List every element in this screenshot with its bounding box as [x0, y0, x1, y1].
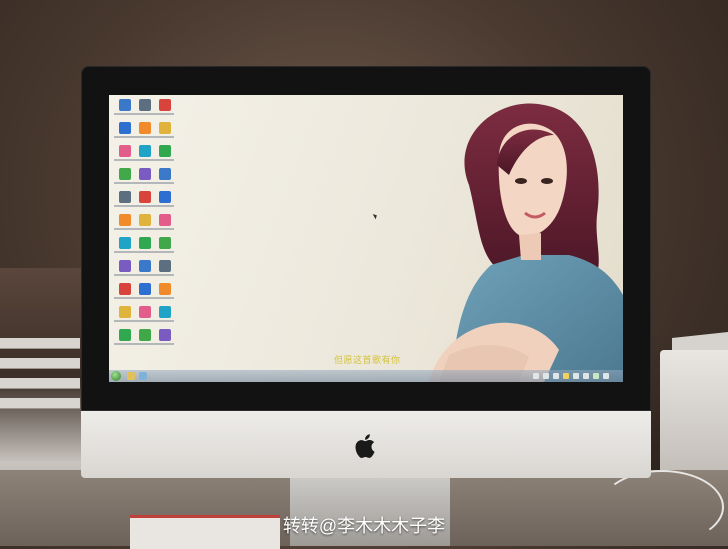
desktop-shortcut-icon[interactable]: [139, 214, 151, 226]
desktop-icon-grid: [114, 99, 185, 367]
desktop-shortcut-icon[interactable]: [159, 122, 171, 134]
desktop-screen: 但愿这首歌有你: [109, 95, 623, 382]
desktop-shortcut-icon[interactable]: [159, 283, 171, 295]
desktop-shortcut-label: [154, 182, 174, 184]
desktop-shortcut-label: [154, 113, 174, 115]
desktop-shortcut-icon[interactable]: [119, 260, 131, 272]
desktop-shortcut-label: [114, 205, 134, 207]
desktop-shortcut-label: [134, 228, 154, 230]
windows-start-orb-icon[interactable]: [111, 371, 121, 381]
desktop-shortcut-label: [114, 136, 134, 138]
desktop-shortcut-icon[interactable]: [159, 306, 171, 318]
desktop-shortcut-icon[interactable]: [139, 191, 151, 203]
desktop-shortcut-label: [134, 136, 154, 138]
desktop-shortcut-icon[interactable]: [159, 145, 171, 157]
desktop-shortcut-icon[interactable]: [119, 214, 131, 226]
desktop-shortcut-icon[interactable]: [119, 329, 131, 341]
desktop-shortcut-label: [134, 343, 154, 345]
desktop-shortcut-label: [134, 205, 154, 207]
desktop-shortcut-label: [114, 159, 134, 161]
desktop-shortcut-icon[interactable]: [159, 260, 171, 272]
desktop-shortcut-label: [114, 228, 134, 230]
desktop-shortcut-label: [154, 159, 174, 161]
desktop-shortcut-label: [154, 205, 174, 207]
desktop-shortcut-icon[interactable]: [139, 260, 151, 272]
wallpaper-woman: [429, 103, 623, 382]
desktop-shortcut-icon[interactable]: [159, 168, 171, 180]
desktop-shortcut-label: [134, 320, 154, 322]
folder-icon[interactable]: [127, 372, 135, 380]
desktop-shortcut-icon[interactable]: [139, 145, 151, 157]
desktop-shortcut-label: [134, 297, 154, 299]
desktop-shortcut-label: [134, 274, 154, 276]
desktop-shortcut-label: [114, 182, 134, 184]
desktop-shortcut-icon[interactable]: [139, 99, 151, 111]
desktop-shortcut-icon[interactable]: [119, 99, 131, 111]
desktop-shortcut-icon[interactable]: [139, 329, 151, 341]
desktop-shortcut-label: [114, 297, 134, 299]
desktop-shortcut-label: [154, 228, 174, 230]
desktop-shortcut-label: [134, 113, 154, 115]
right-device: [660, 350, 728, 490]
desktop-shortcut-icon[interactable]: [119, 306, 131, 318]
desktop-shortcut-icon[interactable]: [139, 237, 151, 249]
mouse-cursor-icon: [372, 212, 379, 220]
desktop-shortcut-icon[interactable]: [119, 122, 131, 134]
desktop-shortcut-icon[interactable]: [159, 214, 171, 226]
desktop-shortcut-label: [114, 274, 134, 276]
desktop-shortcut-label: [134, 159, 154, 161]
app-icon[interactable]: [139, 372, 147, 380]
shelf-paper: [0, 398, 80, 409]
desktop-shortcut-label: [134, 182, 154, 184]
shelf-paper: [0, 338, 80, 349]
desktop-shortcut-label: [114, 320, 134, 322]
desktop-shortcut-icon[interactable]: [119, 283, 131, 295]
desktop-shortcut-icon[interactable]: [139, 168, 151, 180]
desktop-shortcut-label: [154, 343, 174, 345]
desktop-shortcut-icon[interactable]: [159, 191, 171, 203]
apple-logo-icon: [355, 434, 375, 458]
wallpaper-caption: 但愿这首歌有你: [334, 355, 401, 365]
watermark-text: 转转@李木木木子李: [282, 516, 446, 536]
desktop-shortcut-label: [154, 320, 174, 322]
imac-monitor: 但愿这首歌有你: [81, 66, 651, 478]
desktop-shortcut-icon[interactable]: [159, 99, 171, 111]
shelf-paper: [0, 378, 80, 389]
desktop-shortcut-icon[interactable]: [119, 168, 131, 180]
desktop-shortcut-label: [154, 251, 174, 253]
system-tray: [529, 371, 619, 381]
shelf-paper: [0, 358, 80, 369]
desktop-shortcut-icon[interactable]: [159, 329, 171, 341]
desktop-shortcut-label: [114, 251, 134, 253]
desktop-shortcut-icon[interactable]: [139, 306, 151, 318]
monitor-chin: [81, 411, 651, 478]
desktop-shortcut-label: [154, 274, 174, 276]
desktop-shortcut-label: [154, 297, 174, 299]
desktop-shortcut-icon[interactable]: [119, 191, 131, 203]
desktop-shortcut-icon[interactable]: [119, 145, 131, 157]
desktop-shortcut-label: [114, 113, 134, 115]
desktop-shortcut-icon[interactable]: [159, 237, 171, 249]
monitor-bezel: 但愿这首歌有你: [81, 66, 651, 411]
desktop-shortcut-label: [114, 343, 134, 345]
desktop-shortcut-icon[interactable]: [139, 283, 151, 295]
taskbar: [109, 370, 623, 382]
desktop-shortcut-icon[interactable]: [139, 122, 151, 134]
desktop-shortcut-label: [154, 136, 174, 138]
desktop-shortcut-icon[interactable]: [119, 237, 131, 249]
desktop-shortcut-label: [134, 251, 154, 253]
